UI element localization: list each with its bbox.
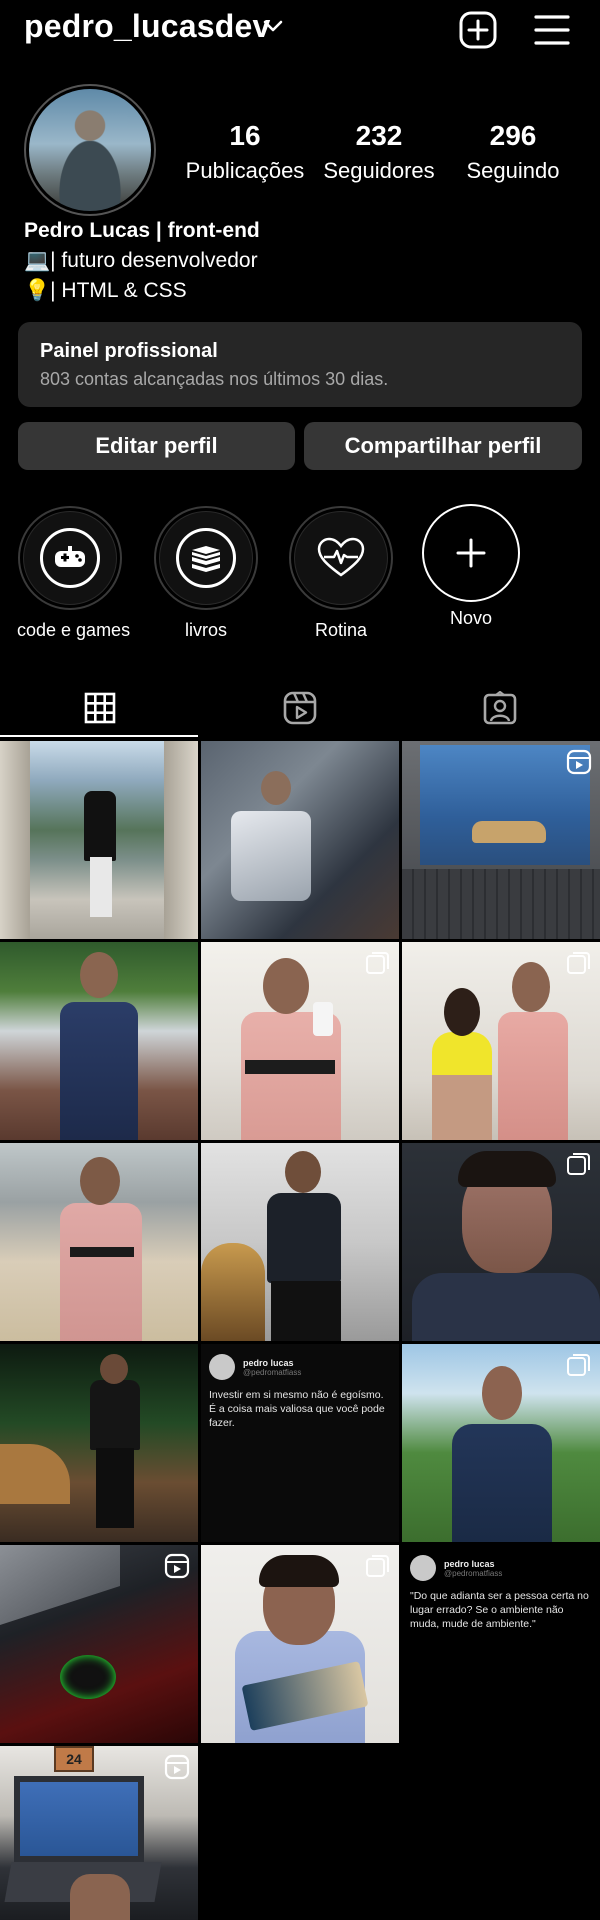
tweet-text: Investir em si mesmo não é egoísmo. É a … [209,1389,385,1429]
reels-icon [164,1553,190,1579]
carousel-icon [567,1153,590,1175]
books-icon [176,528,236,588]
tweet-handle: @pedromatfiass [444,1568,503,1578]
post-thumbnail[interactable] [402,1143,600,1341]
post-thumbnail[interactable] [0,1344,198,1542]
tweet-author: pedro lucas [444,1558,495,1569]
post-thumbnail[interactable] [402,1344,600,1542]
highlight-label: Rotina [314,620,368,640]
bio-line: 💻| futuro desenvolvedor [24,249,258,272]
stat-following-label: Seguindo [466,158,560,183]
grid-icon [84,692,116,724]
profile-username[interactable]: pedro_lucasdev [24,8,270,45]
highlight-new[interactable]: Novo [418,504,524,629]
heartbeat-icon [294,511,388,605]
stat-followers-label: Seguidores [323,158,435,183]
post-thumbnail[interactable] [201,942,399,1140]
share-profile-button[interactable]: Compartilhar perfil [304,422,582,470]
gamepad-icon [40,528,100,588]
highlight-label: livros [184,620,227,640]
stat-following[interactable]: 296 Seguindo [448,120,578,184]
avatar [209,1354,235,1380]
tweet-post-thumbnail[interactable]: pedro lucas @pedromatfiass "Do que adian… [402,1545,600,1743]
stat-followers-count: 232 [355,120,403,151]
post-thumbnail[interactable] [201,1545,399,1743]
active-tab-indicator [0,735,198,737]
post-thumbnail[interactable] [201,741,399,939]
reels-icon [566,749,592,775]
tab-reels[interactable] [200,680,400,736]
highlight-label: code e games [17,620,131,640]
chevron-down-icon[interactable] [262,18,284,34]
professional-dashboard[interactable]: Painel profissional 803 contas alcançada… [18,322,582,407]
profile-name: Pedro Lucas | front-end [24,219,260,242]
menu-icon[interactable] [532,10,572,50]
tweet-text: "Do que adianta ser a pessoa certa no lu… [410,1590,589,1630]
bio-line: 💡| HTML & CSS [24,279,187,302]
post-thumbnail[interactable] [201,1143,399,1341]
carousel-icon [567,1354,590,1376]
tweet-handle: @pedromatfiass [243,1367,302,1377]
post-thumbnail[interactable] [0,1545,198,1743]
post-thumbnail[interactable] [0,942,198,1140]
post-thumbnail[interactable] [402,942,600,1140]
photo-sign: 24 [54,1746,94,1772]
reels-icon [283,691,317,725]
post-thumbnail[interactable] [0,741,198,939]
post-thumbnail[interactable] [0,1143,198,1341]
post-thumbnail[interactable]: 24 [0,1746,198,1920]
avatar [410,1555,436,1581]
tweet-post-thumbnail[interactable]: pedro lucas @pedromatfiass Investir em s… [201,1344,399,1542]
highlight-code-games[interactable]: code e games [17,506,131,641]
plus-icon [422,504,520,602]
stat-followers[interactable]: 232 Seguidores [314,120,444,184]
post-thumbnail[interactable] [402,741,600,939]
edit-profile-button[interactable]: Editar perfil [18,422,295,470]
tagged-icon [483,691,517,725]
panel-subtitle: 803 contas alcançadas nos últimos 30 dia… [40,369,389,389]
add-post-icon[interactable] [458,10,498,50]
highlight-rotina[interactable]: Rotina [288,506,394,641]
profile-avatar[interactable] [24,84,156,216]
panel-title: Painel profissional [40,340,218,362]
stat-posts-label: Publicações [185,158,305,183]
tab-tagged[interactable] [400,680,600,736]
avatar-image [29,89,151,211]
carousel-icon [567,952,590,974]
tweet-author: pedro lucas [243,1357,294,1368]
stat-posts-count: 16 [229,120,261,151]
highlight-label: Novo [449,608,493,628]
carousel-icon [366,1555,389,1577]
highlight-livros[interactable]: livros [153,506,259,641]
carousel-icon [366,952,389,974]
reels-icon [164,1754,190,1780]
stat-following-count: 296 [489,120,537,151]
tab-posts[interactable] [0,680,200,736]
stat-posts[interactable]: 16 Publicações [180,120,310,184]
